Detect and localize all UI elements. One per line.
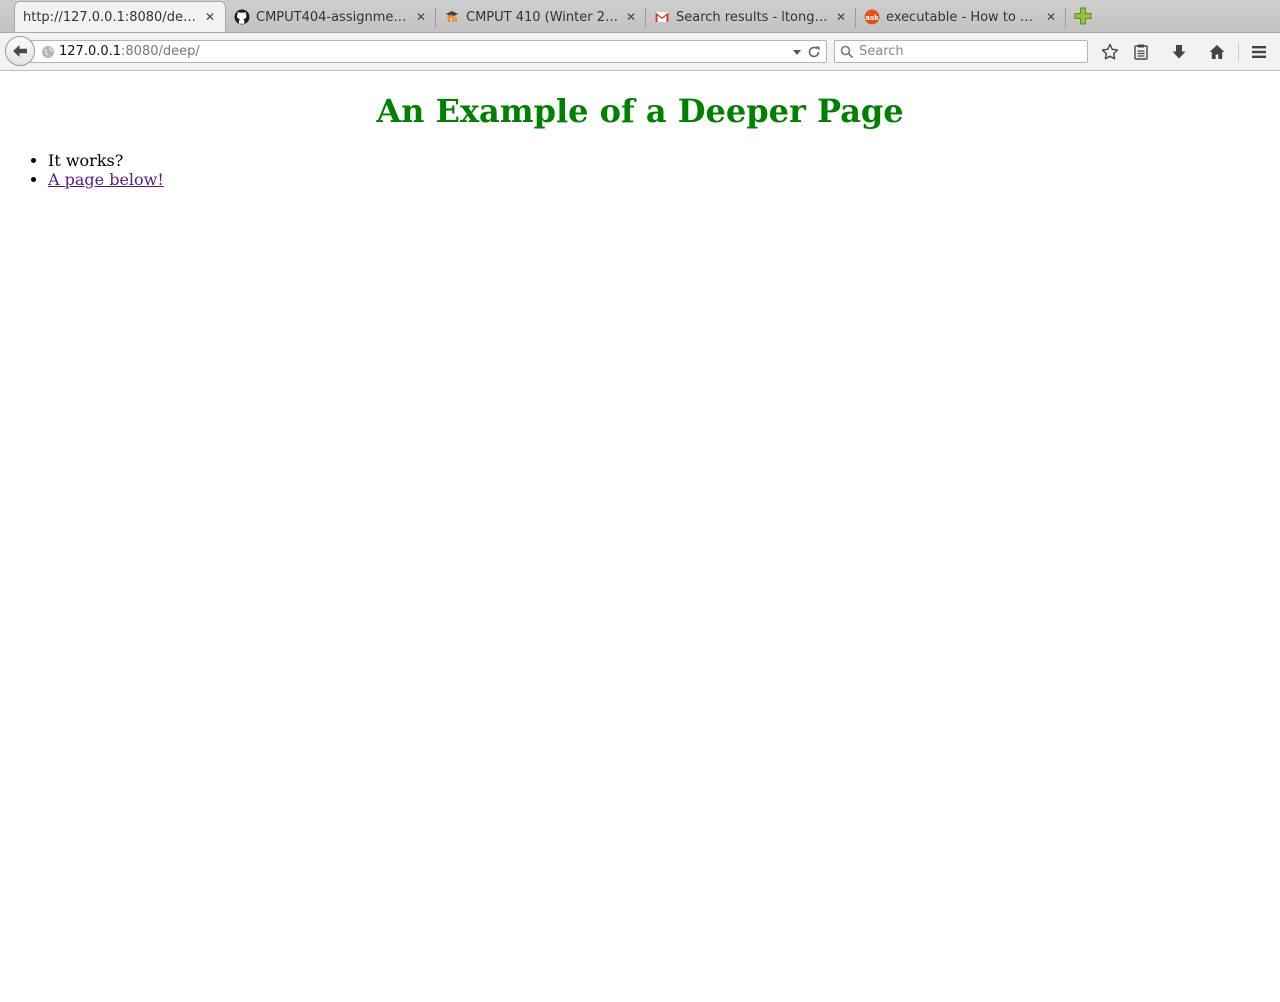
history-dropdown-icon[interactable]	[790, 48, 804, 56]
tab-gmail[interactable]: Search results - ltong… ✕	[646, 2, 856, 32]
menu-button[interactable]	[1248, 41, 1270, 63]
moodle-icon	[444, 9, 460, 25]
bookmarks-menu-button[interactable]	[1130, 41, 1152, 63]
list-item: It works?	[48, 151, 1272, 170]
home-button[interactable]	[1206, 41, 1228, 63]
tab-title: Search results - ltong…	[676, 9, 828, 25]
downloads-button[interactable]	[1168, 41, 1190, 63]
tab-strip: http://127.0.0.1:8080/deep/ ✕ CMPUT404-a…	[0, 0, 1280, 33]
tab-cmput410[interactable]: CMPUT 410 (Winter 2… ✕	[436, 2, 646, 32]
search-bar[interactable]	[834, 40, 1088, 63]
url-path: :8080/deep/	[121, 44, 200, 59]
close-icon[interactable]: ✕	[624, 10, 638, 24]
close-icon[interactable]: ✕	[1044, 10, 1058, 24]
new-tab-button[interactable]	[1072, 6, 1094, 26]
tab-askubuntu[interactable]: ask executable - How to … ✕	[856, 2, 1066, 32]
page-below-link[interactable]: A page below!	[48, 170, 164, 189]
url-bar[interactable]: 127.0.0.1:8080/deep/	[28, 40, 827, 63]
github-icon	[234, 9, 250, 25]
list-item: A page below!	[48, 170, 1272, 189]
tab-title: executable - How to …	[886, 9, 1034, 25]
clipboard-icon	[1134, 44, 1148, 60]
tab-title: CMPUT 410 (Winter 2…	[466, 9, 618, 25]
reload-icon[interactable]	[804, 45, 824, 59]
back-arrow-icon	[13, 45, 27, 57]
home-icon	[1209, 45, 1225, 59]
search-icon	[839, 44, 855, 60]
toolbar-separator	[1238, 43, 1239, 61]
hamburger-menu-icon	[1252, 46, 1266, 58]
navigation-toolbar: 127.0.0.1:8080/deep/	[0, 33, 1280, 71]
close-icon[interactable]: ✕	[834, 10, 848, 24]
bookmark-star-button[interactable]	[1099, 41, 1121, 63]
tab-deep-page[interactable]: http://127.0.0.1:8080/deep/ ✕	[14, 1, 226, 32]
tab-title: http://127.0.0.1:8080/deep/	[23, 9, 197, 25]
download-arrow-icon	[1172, 45, 1186, 59]
tab-github[interactable]: CMPUT404-assignme… ✕	[226, 2, 436, 32]
page-heading: An Example of a Deeper Page	[376, 92, 904, 130]
item-list: It works? A page below!	[8, 151, 1272, 189]
tab-title: CMPUT404-assignme…	[256, 9, 407, 25]
askubuntu-icon: ask	[864, 9, 880, 25]
page-content: An Example of a Deeper Page It works? A …	[0, 91, 1280, 189]
close-icon[interactable]: ✕	[414, 10, 428, 24]
close-icon[interactable]: ✕	[203, 10, 217, 24]
plus-icon	[1074, 7, 1092, 25]
star-icon	[1101, 43, 1119, 60]
search-input[interactable]	[859, 44, 1059, 59]
url-host: 127.0.0.1	[59, 44, 122, 59]
svg-text:ask: ask	[865, 14, 879, 22]
list-item-text: It works?	[48, 151, 124, 170]
gmail-icon	[654, 9, 670, 25]
globe-icon	[41, 45, 55, 59]
back-button[interactable]	[5, 36, 35, 66]
